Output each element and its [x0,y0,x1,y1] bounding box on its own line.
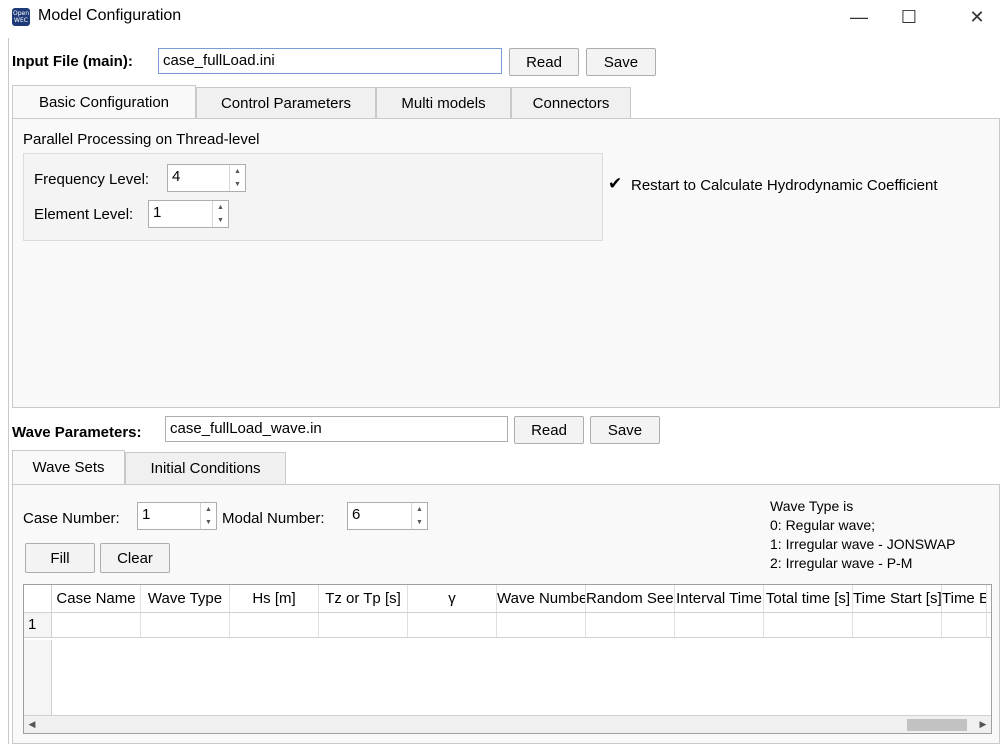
table-cell[interactable] [141,613,230,637]
wave-sets-table[interactable]: Case Name Wave Type Hs [m] Tz or Tp [s] … [23,584,992,734]
element-level-value: 1 [153,204,162,221]
input-file-label: Input File (main): [12,53,133,70]
wave-type-info-line: 1: Irregular wave - JONSWAP [770,536,956,552]
minimize-icon[interactable]: — [836,0,882,34]
case-number-spinner[interactable]: 1 ▲ ▼ [137,502,217,530]
input-save-button[interactable]: Save [586,48,656,76]
spin-up-icon[interactable]: ▲ [230,165,245,178]
column-header[interactable]: Time End [942,585,987,612]
frequency-level-value: 4 [172,168,181,185]
table-cell[interactable] [586,613,675,637]
horizontal-scrollbar[interactable]: ◀ ▶ [24,715,991,733]
frequency-level-label: Frequency Level: [34,171,150,188]
case-number-label: Case Number: [23,510,120,527]
column-header[interactable]: Wave Type [141,585,230,612]
modal-number-spinner[interactable]: 6 ▲ ▼ [347,502,428,530]
wave-parameters-field[interactable]: case_fullLoad_wave.in [165,416,508,442]
tab-connectors[interactable]: Connectors [511,87,631,119]
input-file-field[interactable]: case_fullLoad.ini [158,48,502,74]
tab-basic-configuration[interactable]: Basic Configuration [12,85,196,119]
case-number-value: 1 [142,506,151,523]
table-cell[interactable] [319,613,408,637]
wave-save-button[interactable]: Save [590,416,660,444]
modal-number-label: Modal Number: [222,510,325,527]
wave-type-info-line: 0: Regular wave; [770,517,876,533]
element-level-spinner[interactable]: 1 ▲ ▼ [148,200,229,228]
spin-down-icon[interactable]: ▼ [412,516,427,529]
title-bar: Open WEC Model Configuration — ☐ ✕ [0,0,1000,34]
restart-label: Restart to Calculate Hydrodynamic Coeffi… [631,177,938,194]
wave-parameters-label: Wave Parameters: [12,424,142,441]
tab-wave-sets[interactable]: Wave Sets [12,450,125,484]
tab-initial-conditions[interactable]: Initial Conditions [125,452,286,484]
scroll-left-icon[interactable]: ◀ [24,719,40,730]
column-header[interactable]: Wave Number [497,585,586,612]
parallel-processing-title: Parallel Processing on Thread-level [23,131,260,148]
modal-number-value: 6 [352,506,361,523]
table-row[interactable]: 1 [24,613,991,638]
spin-up-icon[interactable]: ▲ [213,201,228,214]
spin-down-icon[interactable]: ▼ [230,178,245,191]
column-header[interactable]: Time Start [s] [853,585,942,612]
column-header[interactable]: Tz or Tp [s] [319,585,408,612]
maximize-icon[interactable]: ☐ [886,0,932,34]
element-level-label: Element Level: [34,206,134,223]
input-read-button[interactable]: Read [509,48,579,76]
table-cell[interactable] [52,613,141,637]
spin-down-icon[interactable]: ▼ [213,214,228,227]
table-cell[interactable] [942,613,987,637]
table-cell[interactable] [675,613,764,637]
fill-button[interactable]: Fill [25,543,95,573]
column-header[interactable]: Case Name [52,585,141,612]
spin-up-icon[interactable]: ▲ [201,503,216,516]
tab-multi-models[interactable]: Multi models [376,87,511,119]
spin-down-icon[interactable]: ▼ [201,516,216,529]
table-cell[interactable] [230,613,319,637]
wave-read-button[interactable]: Read [514,416,584,444]
spin-up-icon[interactable]: ▲ [412,503,427,516]
frequency-level-spinner[interactable]: 4 ▲ ▼ [167,164,246,192]
column-header[interactable]: Interval Time [675,585,764,612]
wave-type-info-line: Wave Type is [770,498,854,514]
table-cell[interactable] [853,613,942,637]
scroll-thumb[interactable] [907,718,967,731]
parallel-processing-group [23,153,603,241]
window-title: Model Configuration [38,7,182,24]
table-header: Case Name Wave Type Hs [m] Tz or Tp [s] … [24,585,991,613]
column-header[interactable]: Hs [m] [230,585,319,612]
app-icon: Open WEC [12,8,30,26]
column-header[interactable]: Total time [s] [764,585,853,612]
row-header-strip [24,640,52,715]
close-icon[interactable]: ✕ [954,0,1000,34]
tab-control-parameters[interactable]: Control Parameters [196,87,376,119]
table-cell[interactable] [497,613,586,637]
clear-button[interactable]: Clear [100,543,170,573]
scroll-right-icon[interactable]: ▶ [975,719,991,730]
table-cell[interactable] [408,613,497,637]
table-cell[interactable] [764,613,853,637]
table-corner[interactable] [24,585,52,612]
column-header[interactable]: Random Seed [586,585,675,612]
row-header[interactable]: 1 [24,613,52,637]
wave-type-info: Wave Type is 0: Regular wave; 1: Irregul… [770,497,955,573]
wave-type-info-line: 2: Irregular wave - P-M [770,555,913,571]
column-header[interactable]: γ [408,585,497,612]
restart-checkbox[interactable]: ✔ [608,175,624,192]
